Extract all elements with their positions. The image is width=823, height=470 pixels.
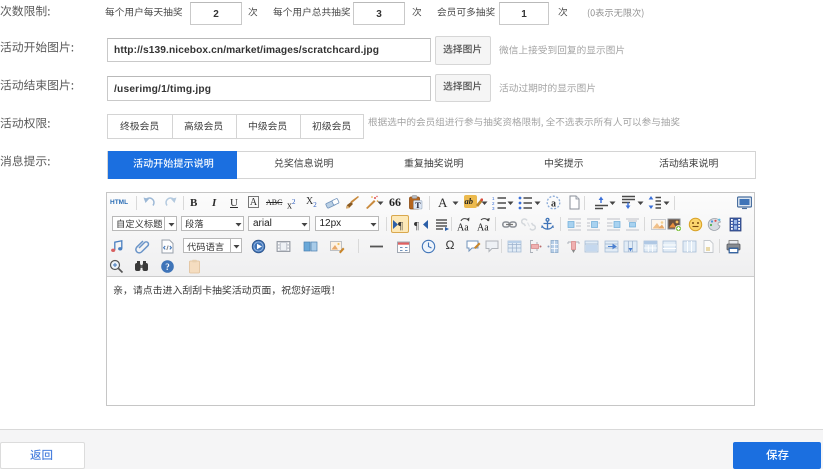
svg-text:a: a	[551, 199, 556, 210]
svg-text:?: ?	[165, 262, 170, 272]
svg-text:¶: ¶	[398, 220, 403, 232]
svg-text:3: 3	[492, 206, 495, 210]
svg-text:¶: ¶	[414, 220, 419, 232]
svg-text:T: T	[415, 200, 421, 210]
svg-text:Aa: Aa	[457, 222, 469, 232]
svg-text:Aa: Aa	[477, 222, 489, 232]
